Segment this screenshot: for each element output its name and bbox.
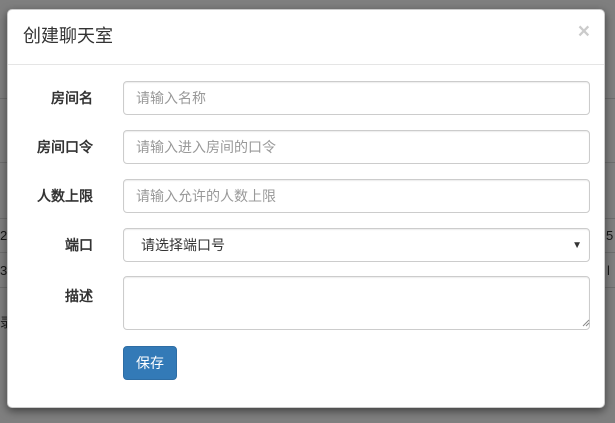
port-select-value: 请选择端口号 [141, 237, 225, 253]
room-password-input[interactable] [123, 130, 590, 164]
resize-grip-icon[interactable] [582, 319, 590, 327]
room-password-label: 房间口令 [37, 139, 93, 155]
chevron-down-icon: ▼ [572, 240, 582, 251]
description-label: 描述 [65, 288, 93, 304]
save-button[interactable]: 保存 [123, 346, 177, 380]
room-name-label: 房间名 [51, 90, 93, 106]
modal-title: 创建聊天室 [23, 26, 113, 46]
description-textarea[interactable] [123, 276, 590, 330]
port-label: 端口 [65, 237, 93, 253]
create-chatroom-modal: 创建聊天室 × 房间名 房间口令 人数上限 端口 请选择端口号 ▼ 描述 保存 [7, 9, 605, 408]
max-users-label: 人数上限 [37, 188, 93, 204]
port-select[interactable]: 请选择端口号 ▼ [123, 228, 590, 262]
max-users-input[interactable] [123, 179, 590, 213]
modal-header: 创建聊天室 × [8, 10, 604, 65]
room-name-input[interactable] [123, 81, 590, 115]
close-button[interactable]: × [578, 21, 590, 42]
